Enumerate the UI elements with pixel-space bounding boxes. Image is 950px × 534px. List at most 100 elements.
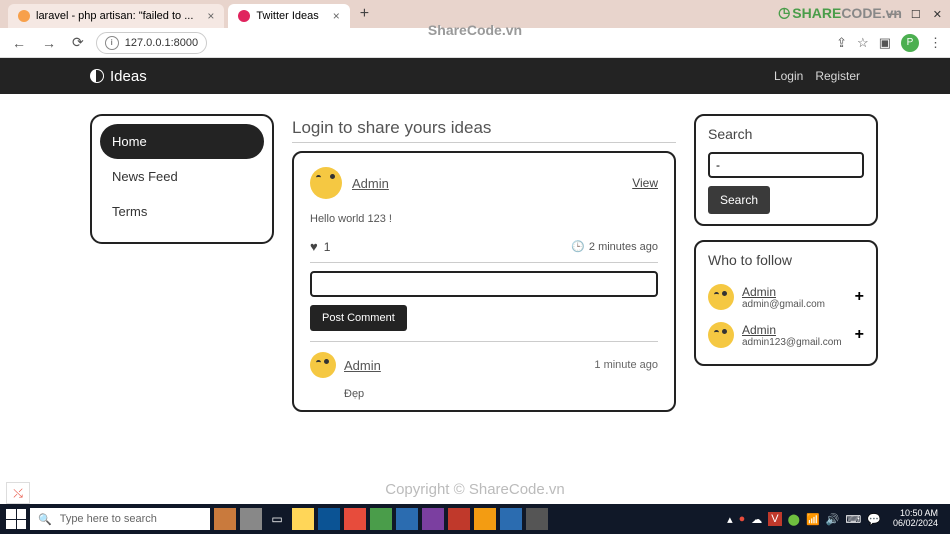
brand[interactable]: Ideas [90,68,147,85]
taskbar-app-icon[interactable] [240,508,262,530]
tray-icon[interactable]: ● [739,513,746,525]
taskview-icon[interactable]: ▭ [266,508,288,530]
brand-text: Ideas [110,68,147,85]
page-title: Login to share yours ideas [292,114,676,143]
follow-add-button[interactable]: + [855,288,864,306]
post-card: Admin View Hello world 123 ! ♥ 1 🕒 2 min… [292,151,676,412]
close-icon[interactable]: × [333,9,340,23]
follow-item: Admin admin@gmail.com + [708,278,864,316]
post-timestamp: 2 minutes ago [589,241,658,253]
comment-author-link[interactable]: Admin [344,358,381,373]
taskbar-app-icon[interactable] [448,508,470,530]
taskbar-search-placeholder: Type here to search [60,513,157,525]
forward-button[interactable]: → [38,33,60,53]
clock-date: 06/02/2024 [893,519,938,529]
profile-button[interactable]: P [901,34,919,52]
taskbar-app-icon[interactable] [500,508,522,530]
taskbar-app-icon[interactable] [370,508,392,530]
bookmark-icon[interactable]: ☆ [857,35,869,51]
clock-icon: 🕒 [571,240,585,253]
avatar [708,284,734,310]
follow-widget: Who to follow Admin admin@gmail.com + Ad… [694,240,878,366]
follow-title: Who to follow [708,252,864,268]
search-title: Search [708,126,864,142]
back-button[interactable]: ← [8,33,30,53]
sidebar-item-terms[interactable]: Terms [100,194,264,229]
follow-name-link[interactable]: Admin [742,285,825,299]
sidebar-item-news-feed[interactable]: News Feed [100,159,264,194]
avatar [310,167,342,199]
laravel-badge[interactable]: ⤯ [6,482,30,504]
taskbar-app-icon[interactable] [318,508,340,530]
notifications-icon[interactable]: 💬 [867,513,881,526]
tab-title: Twitter Ideas [256,10,318,22]
comment-section: Admin 1 minute ago Đẹp [310,341,658,400]
tray-icon[interactable]: V [768,512,781,526]
sidebar-item-home[interactable]: Home [100,124,264,159]
post-meta: ♥ 1 🕒 2 minutes ago [310,239,658,263]
tray-icon[interactable]: ☁ [751,513,762,526]
tab-favicon [238,10,250,22]
taskbar: 🔍 Type here to search ▭ ▴ ● ☁ V ⬤ 📶 🔊 ⌨ … [0,504,950,534]
follow-email: admin123@gmail.com [742,337,842,348]
search-input[interactable] [708,152,864,178]
follow-add-button[interactable]: + [855,326,864,344]
taskbar-app-icon[interactable] [474,508,496,530]
browser-tab-1[interactable]: Twitter Ideas × [228,4,349,28]
right-column: Search Search Who to follow Admin admin@… [694,114,878,412]
info-icon: i [105,36,119,50]
tab-favicon [18,10,30,22]
avatar [310,352,336,378]
close-icon[interactable]: × [207,9,214,23]
url-bar[interactable]: i 127.0.0.1:8000 [96,32,207,54]
brand-icon [90,69,104,83]
view-link[interactable]: View [632,176,658,190]
post-content: Hello world 123 ! [310,213,658,225]
follow-name-link[interactable]: Admin [742,323,842,337]
heart-icon[interactable]: ♥ [310,239,318,254]
url-text: 127.0.0.1:8000 [125,37,198,49]
taskbar-clock[interactable]: 10:50 AM 06/02/2024 [887,509,944,529]
taskbar-app-icon[interactable] [422,508,444,530]
browser-toolbar: ← → ⟳ i 127.0.0.1:8000 ⇪ ☆ ▣ P ⋮ [0,28,950,58]
follow-email: admin@gmail.com [742,299,825,310]
post-author-link[interactable]: Admin [352,176,389,191]
new-tab-button[interactable]: + [360,5,369,23]
start-button[interactable] [6,509,26,529]
menu-icon[interactable]: ⋮ [929,35,942,51]
taskbar-app-icon[interactable] [214,508,236,530]
taskbar-app-icon[interactable] [344,508,366,530]
taskbar-app-icon[interactable] [292,508,314,530]
tray-icon[interactable]: ▴ [727,513,733,526]
system-tray: ▴ ● ☁ V ⬤ 📶 🔊 ⌨ 💬 10:50 AM 06/02/2024 [727,509,944,529]
taskbar-search[interactable]: 🔍 Type here to search [30,508,210,530]
taskbar-app-icon[interactable] [396,508,418,530]
like-count: 1 [324,240,331,254]
taskbar-app-icon[interactable] [526,508,548,530]
sidebar: Home News Feed Terms [90,114,274,244]
close-button[interactable]: ✕ [933,8,942,21]
main-column: Login to share yours ideas Admin View He… [292,114,676,412]
wifi-icon[interactable]: 📶 [806,513,820,526]
browser-tab-0[interactable]: laravel - php artisan: "failed to ... × [8,4,224,28]
search-button[interactable]: Search [708,186,770,214]
watermark-logo-green: SHARE [792,5,841,21]
page-body: Home News Feed Terms Login to share your… [0,94,950,432]
post-comment-button[interactable]: Post Comment [310,305,407,331]
volume-icon[interactable]: 🔊 [826,513,840,526]
comment-input[interactable] [310,271,658,297]
watermark-logo: ◷ SHARECODE.vn [778,4,902,21]
tray-icon[interactable]: ⬤ [788,513,800,526]
watermark-bottom: Copyright © ShareCode.vn [385,481,564,498]
avatar [708,322,734,348]
language-icon[interactable]: ⌨ [845,513,861,526]
reload-button[interactable]: ⟳ [68,32,88,53]
search-widget: Search Search [694,114,878,226]
login-link[interactable]: Login [774,69,803,83]
app-navbar: Ideas Login Register [0,58,950,94]
maximize-button[interactable]: ☐ [911,8,921,21]
share-icon[interactable]: ⇪ [836,35,847,51]
register-link[interactable]: Register [815,69,860,83]
follow-item: Admin admin123@gmail.com + [708,316,864,354]
extensions-icon[interactable]: ▣ [879,35,891,51]
